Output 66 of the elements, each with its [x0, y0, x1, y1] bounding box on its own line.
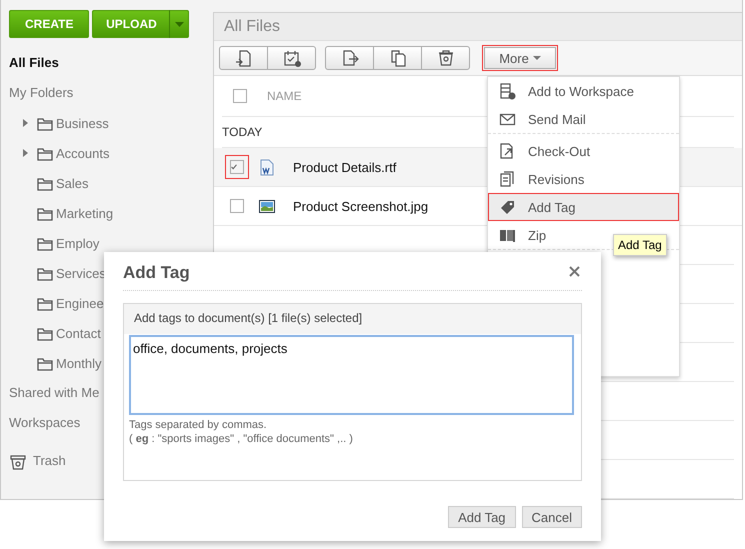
folder-item[interactable]: Services — [56, 266, 106, 280]
document-export-icon — [340, 49, 358, 67]
folder-item[interactable]: Marketing — [56, 206, 114, 220]
folder-item[interactable]: Employ — [56, 236, 100, 250]
word-document-icon — [259, 158, 275, 176]
row-checkbox[interactable] — [230, 160, 244, 174]
section-label: TODAY — [222, 125, 262, 139]
more-button[interactable]: More — [484, 47, 556, 69]
toolbar-button[interactable] — [219, 46, 268, 70]
trash-icon — [436, 49, 454, 67]
folder-icon — [37, 206, 53, 220]
folder-icon — [37, 116, 53, 130]
dialog-title: Add Tag — [123, 262, 190, 283]
folder-item[interactable]: Business — [56, 116, 109, 130]
caret-icon[interactable] — [174, 22, 184, 26]
panel-title: All Files — [224, 18, 280, 36]
image-file-icon — [259, 200, 275, 212]
upload-button[interactable]: UPLOAD — [92, 10, 190, 38]
row-checkbox[interactable] — [230, 199, 244, 213]
calendar-check-icon — [282, 49, 300, 67]
close-icon — [569, 266, 580, 276]
menu-item[interactable]: Add to Workspace — [488, 77, 645, 105]
add-tag-button[interactable]: Add Tag — [448, 506, 516, 528]
caret-icon — [532, 56, 541, 60]
tags-input-field[interactable]: office, documents, projects — [129, 335, 574, 415]
file-name: Product Screenshot.jpg — [293, 198, 428, 214]
documents-icon — [499, 170, 516, 188]
folder-icon — [37, 236, 53, 250]
toolbar-button[interactable] — [373, 46, 422, 70]
sidebar-item[interactable]: My Folders — [9, 78, 213, 108]
create-button[interactable]: CREATE — [9, 10, 90, 38]
file-name: Product Details.rtf — [293, 160, 396, 174]
sidebar-item[interactable]: All Files — [9, 48, 213, 78]
toolbar-button[interactable] — [267, 46, 316, 70]
folder-icon — [37, 146, 53, 160]
folder-item[interactable]: Contact — [56, 326, 101, 340]
copy-icon — [388, 49, 406, 67]
column-header[interactable]: NAME — [267, 89, 302, 103]
hint-text: Tags separated by commas. — [129, 418, 268, 432]
server-plus-icon — [499, 82, 516, 100]
expand-arrow-icon[interactable] — [23, 119, 28, 127]
folder-icon — [37, 356, 53, 370]
folder-item[interactable]: Enginee — [56, 296, 104, 310]
menu-item[interactable]: Send Mail — [488, 105, 597, 133]
folder-icon — [37, 176, 53, 190]
sidebar-item[interactable]: Trash — [33, 446, 66, 476]
expand-arrow-icon[interactable] — [23, 149, 28, 157]
prompt-bar: Add tags to document(s) [1 file(s) selected] — [124, 304, 581, 334]
toolbar-button[interactable] — [325, 46, 374, 70]
cancel-button[interactable]: Cancel — [522, 506, 582, 528]
folder-item[interactable]: Sales — [56, 176, 89, 190]
select-all-checkbox[interactable] — [233, 89, 247, 103]
document-arrow-icon — [234, 49, 252, 67]
folder-icon — [37, 326, 53, 340]
folder-icon — [37, 266, 53, 280]
toolbar-button[interactable] — [421, 46, 470, 70]
folder-item[interactable]: Monthly — [56, 356, 102, 370]
checkmark-icon — [231, 162, 237, 172]
close-button[interactable] — [567, 264, 582, 278]
tooltip: Add Tag — [613, 234, 667, 256]
menu-item[interactable]: Add Tag — [488, 193, 679, 221]
trash-icon — [9, 452, 27, 470]
folder-item[interactable]: Accounts — [56, 146, 110, 160]
hint-text: ( eg : "sports images" , "office documents" ,.. ) — [129, 432, 354, 446]
tag-icon — [499, 198, 516, 216]
folder-icon — [37, 296, 53, 310]
